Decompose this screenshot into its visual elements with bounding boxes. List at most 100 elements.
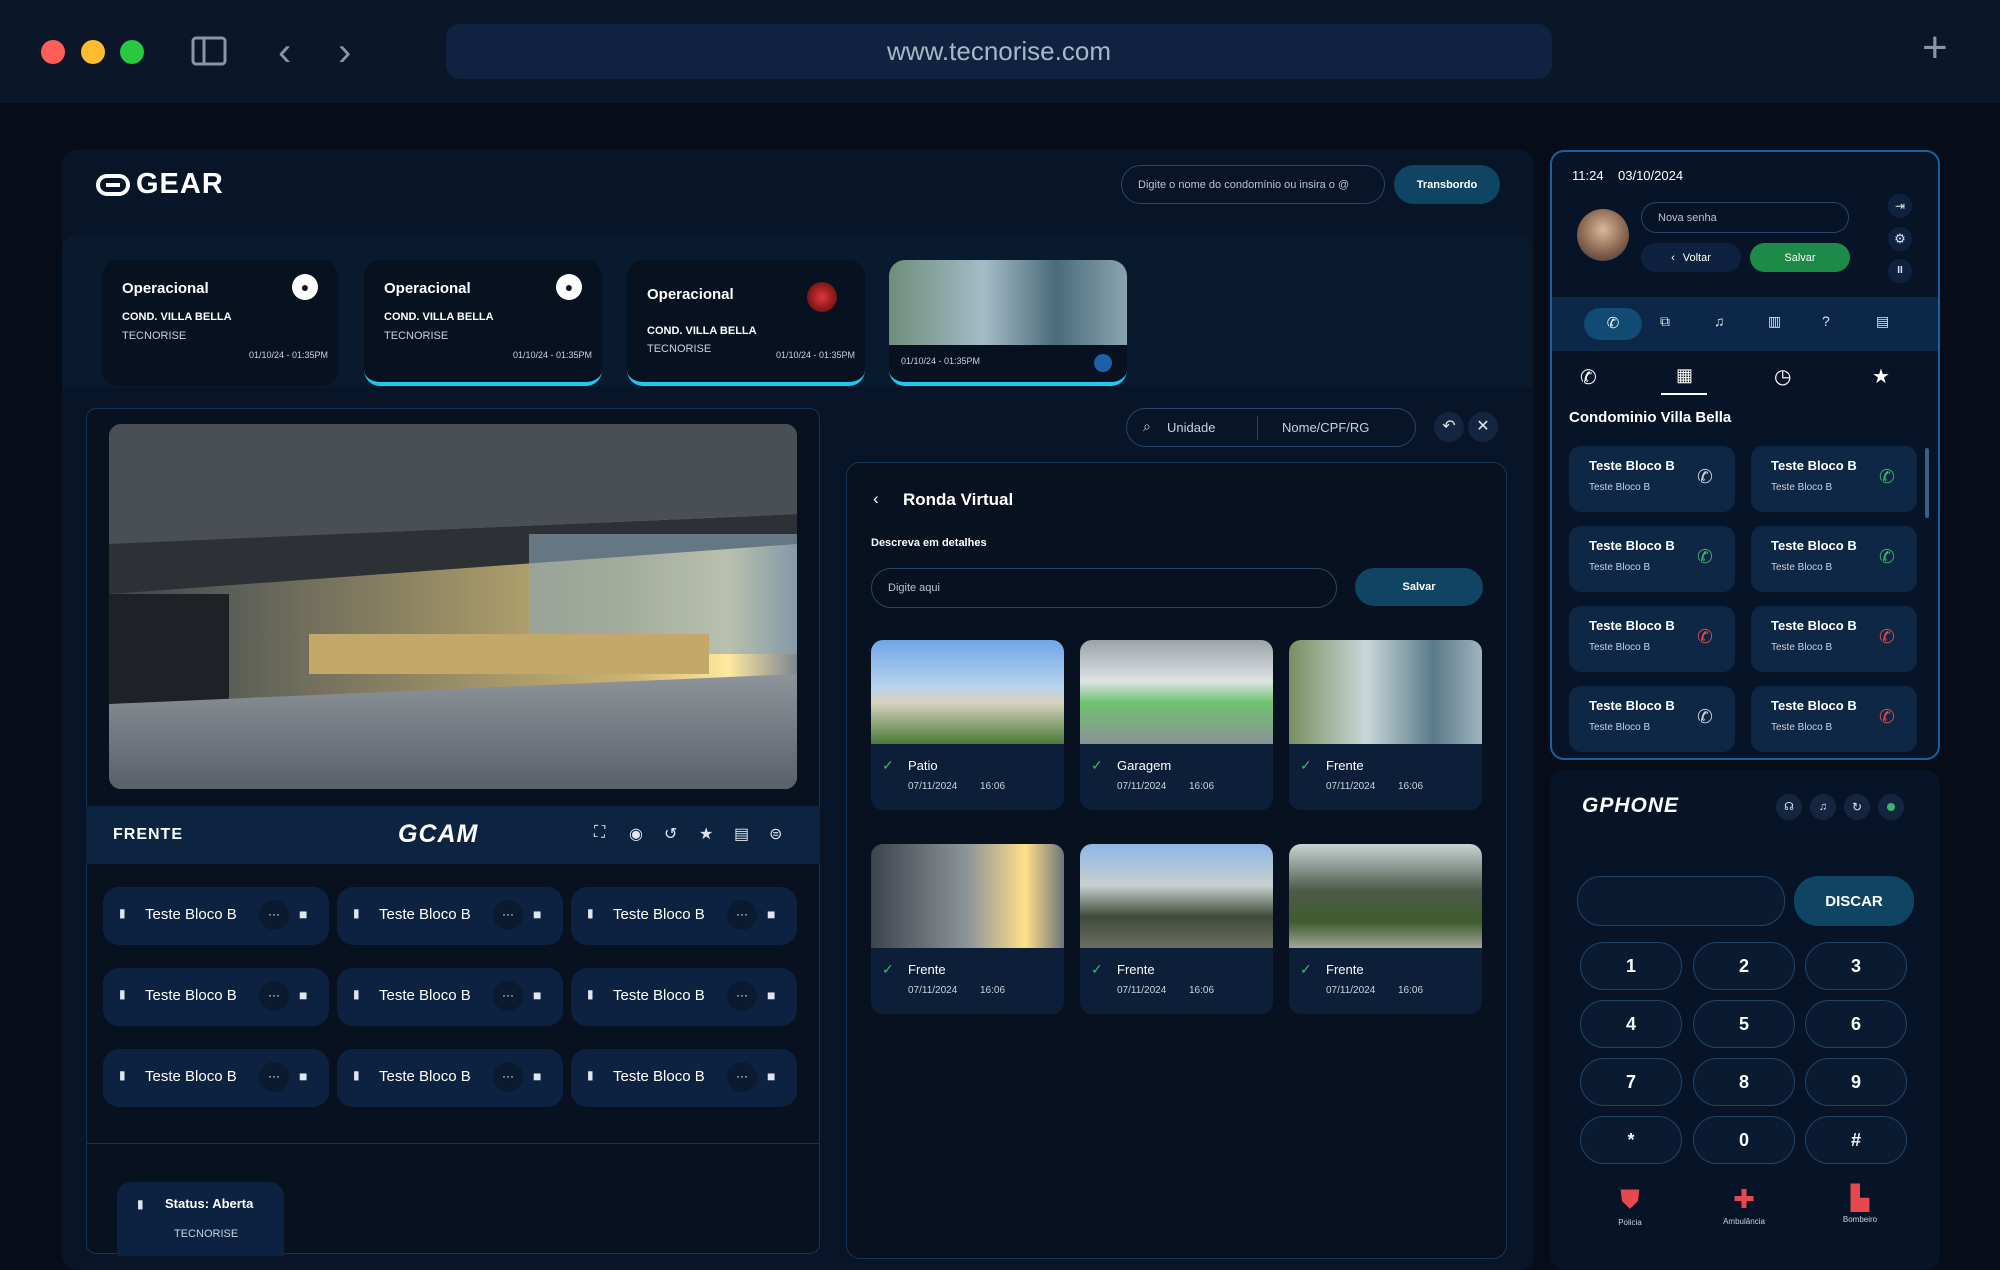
back-button[interactable]: ‹ Voltar (1641, 243, 1741, 272)
ronda-photo-card[interactable]: ✓ Frente 07/11/2024 16:06 (1289, 844, 1482, 1014)
close-icon[interactable]: ✕ (1468, 412, 1498, 442)
save-password-button[interactable]: Salvar (1750, 243, 1850, 272)
unit-button[interactable]: ▮ Teste Bloco B ··· ■ (571, 1049, 797, 1107)
clock-icon[interactable]: ◷ (1774, 364, 1791, 389)
phone-tab-icon[interactable]: ✆ (1584, 308, 1642, 340)
contact-card[interactable]: Teste Bloco B Teste Bloco B ✆ (1751, 526, 1917, 592)
call-icon[interactable]: ✆ (1879, 706, 1895, 729)
more-options-button[interactable]: ··· (259, 1062, 289, 1092)
video-camera-icon[interactable]: ■ (299, 1068, 307, 1084)
video-camera-icon[interactable]: ■ (767, 1068, 775, 1084)
video-camera-icon[interactable]: ■ (533, 906, 541, 922)
call-log-icon[interactable]: ✆ (1580, 365, 1597, 390)
call-icon[interactable]: ✆ (1697, 626, 1713, 649)
keypad-key[interactable]: 8 (1693, 1058, 1795, 1106)
contact-card[interactable]: Teste Bloco B Teste Bloco B ✆ (1569, 526, 1735, 592)
star-icon[interactable]: ★ (699, 824, 713, 844)
ronda-photo-card[interactable]: ✓ Frente 07/11/2024 16:06 (1080, 844, 1273, 1014)
document-tab-icon[interactable]: ▤ (1876, 313, 1889, 330)
name-filter[interactable]: Nome/CPF/RG (1282, 420, 1369, 435)
gear-icon[interactable]: ⚙ (1888, 227, 1912, 251)
call-icon[interactable]: ✆ (1697, 546, 1713, 569)
alarm-icon[interactable]: ♫ (1810, 794, 1836, 820)
description-input[interactable]: Digite aqui (871, 568, 1337, 608)
unit-button[interactable]: ▮ Teste Bloco B ··· ■ (337, 968, 563, 1026)
keypad-key[interactable]: 2 (1693, 942, 1795, 990)
more-options-button[interactable]: ··· (259, 981, 289, 1011)
copy-tab-icon[interactable]: ⧉ (1660, 313, 1670, 330)
unit-button[interactable]: ▮ Teste Bloco B ··· ■ (571, 968, 797, 1026)
cards-tab-icon[interactable]: ▥ (1768, 313, 1781, 330)
back-chevron-icon[interactable]: ‹ (873, 489, 879, 509)
contact-card[interactable]: Teste Bloco B Teste Bloco B ✆ (1751, 606, 1917, 672)
keypad-key[interactable]: 7 (1580, 1058, 1682, 1106)
new-tab-button[interactable]: + (1922, 26, 1948, 70)
video-camera-icon[interactable]: ■ (533, 987, 541, 1003)
keypad-key[interactable]: 5 (1693, 1000, 1795, 1048)
unit-button[interactable]: ▮ Teste Bloco B ··· ■ (103, 887, 329, 945)
more-options-button[interactable]: ··· (493, 981, 523, 1011)
reply-icon[interactable]: ↶ (1434, 412, 1464, 442)
call-icon[interactable]: ✆ (1879, 466, 1895, 489)
call-icon[interactable]: ✆ (1879, 626, 1895, 649)
contact-card[interactable]: Teste Bloco B Teste Bloco B ✆ (1569, 606, 1735, 672)
video-camera-icon[interactable]: ■ (767, 987, 775, 1003)
back-icon[interactable]: ‹ (278, 32, 291, 72)
more-options-button[interactable]: ··· (493, 900, 523, 930)
contact-card[interactable]: Teste Bloco B Teste Bloco B ✆ (1751, 446, 1917, 512)
keypad-key[interactable]: 3 (1805, 942, 1907, 990)
keypad-key[interactable]: 1 (1580, 942, 1682, 990)
condo-search-input[interactable]: Digite o nome do condomínio ou insira o … (1121, 165, 1385, 204)
contact-card[interactable]: Teste Bloco B Teste Bloco B ✆ (1751, 686, 1917, 752)
help-tab-icon[interactable]: ? (1822, 313, 1830, 329)
more-options-button[interactable]: ··· (727, 1062, 757, 1092)
unit-button[interactable]: ▮ Teste Bloco B ··· ■ (337, 1049, 563, 1107)
keypad-key[interactable]: 0 (1693, 1116, 1795, 1164)
more-options-button[interactable]: ··· (493, 1062, 523, 1092)
ronda-save-button[interactable]: Salvar (1355, 568, 1483, 606)
refresh-icon[interactable]: ↻ (1844, 794, 1870, 820)
pause-icon[interactable]: II (1888, 259, 1912, 283)
face-scan-icon[interactable]: ⛶ (594, 824, 605, 842)
minimize-window-button[interactable] (81, 40, 105, 64)
ambulance-button[interactable]: ✚ Ambulância (1711, 1184, 1777, 1226)
unit-filter[interactable]: Unidade (1167, 420, 1215, 435)
logout-icon[interactable]: ⇥ (1888, 194, 1912, 218)
op-card-1[interactable]: Operacional ● COND. VILLA BELLA TECNORIS… (102, 260, 338, 386)
police-button[interactable]: ⛊ Policia (1600, 1184, 1660, 1227)
dial-button[interactable]: DISCAR (1794, 876, 1914, 926)
sidebar-toggle-icon[interactable] (191, 36, 227, 66)
close-window-button[interactable] (41, 40, 65, 64)
keypad-key[interactable]: # (1805, 1116, 1907, 1164)
unit-button[interactable]: ▮ Teste Bloco B ··· ■ (103, 968, 329, 1026)
ronda-photo-card[interactable]: ✓ Frente 07/11/2024 16:06 (1289, 640, 1482, 810)
keypad-key[interactable]: 6 (1805, 1000, 1907, 1048)
contact-card[interactable]: Teste Bloco B Teste Bloco B ✆ (1569, 686, 1735, 752)
archive-icon[interactable]: ⊜ (769, 824, 782, 844)
contact-card[interactable]: Teste Bloco B Teste Bloco B ✆ (1569, 446, 1735, 512)
keypad-key[interactable]: * (1580, 1116, 1682, 1164)
maximize-window-button[interactable] (120, 40, 144, 64)
building-icon[interactable]: ▦ (1676, 365, 1693, 386)
address-bar[interactable]: www.tecnorise.com (446, 24, 1552, 79)
call-icon[interactable]: ✆ (1697, 466, 1713, 489)
history-icon[interactable]: ↺ (664, 824, 677, 844)
call-icon[interactable]: ✆ (1879, 546, 1895, 569)
op-card-camera[interactable]: 01/10/24 - 01:35PM (889, 260, 1127, 386)
more-options-button[interactable]: ··· (727, 981, 757, 1011)
new-password-input[interactable]: Nova senha (1641, 202, 1849, 233)
unit-button[interactable]: ▮ Teste Bloco B ··· ■ (337, 887, 563, 945)
op-card-2[interactable]: Operacional ● COND. VILLA BELLA TECNORIS… (364, 260, 602, 386)
unit-button[interactable]: ▮ Teste Bloco B ··· ■ (103, 1049, 329, 1107)
unit-button[interactable]: ▮ Teste Bloco B ··· ■ (571, 887, 797, 945)
dial-number-input[interactable] (1577, 876, 1785, 926)
more-options-button[interactable]: ··· (727, 900, 757, 930)
message-icon[interactable]: ▤ (734, 824, 749, 844)
forward-icon[interactable]: › (338, 32, 351, 72)
bell-tab-icon[interactable]: ♫ (1714, 313, 1725, 329)
keypad-key[interactable]: 9 (1805, 1058, 1907, 1106)
video-camera-icon[interactable]: ■ (299, 987, 307, 1003)
scrollbar[interactable] (1925, 448, 1929, 518)
video-camera-icon[interactable]: ■ (299, 906, 307, 922)
firefighter-button[interactable]: ▙ Bombeiro (1827, 1184, 1893, 1224)
